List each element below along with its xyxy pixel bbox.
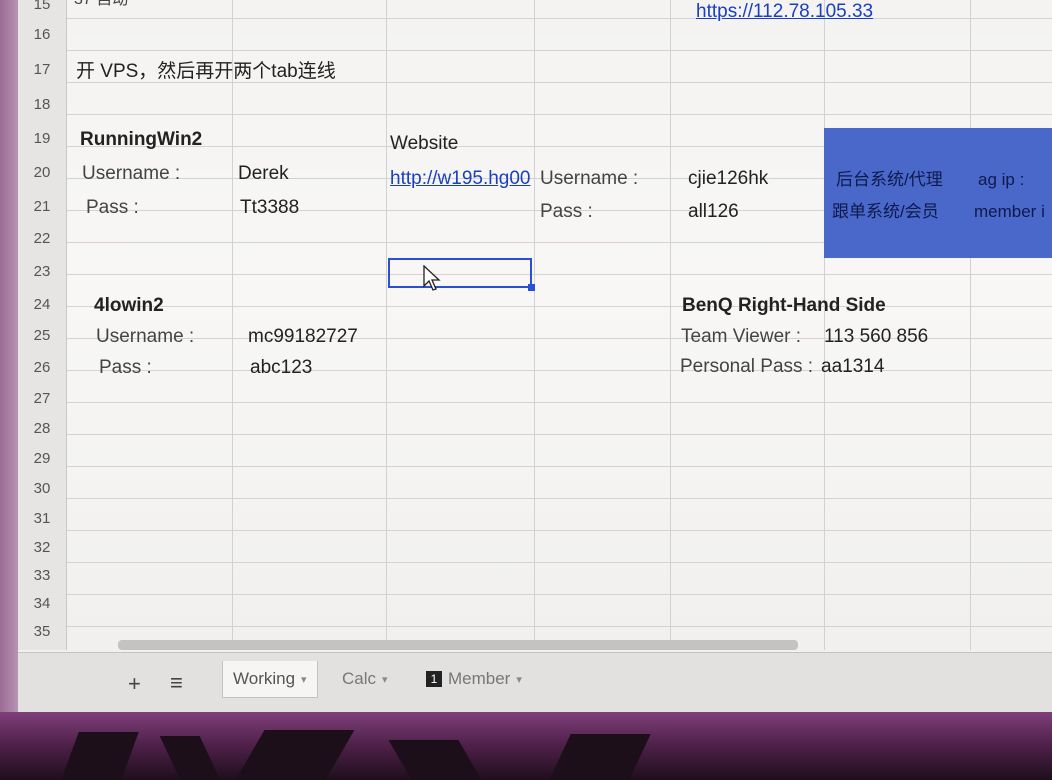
note-cell[interactable]: 开 VPS，然后再开两个tab连线 — [76, 62, 336, 81]
row-number[interactable]: 24 — [18, 297, 66, 312]
benq-teamviewer-label[interactable]: Team Viewer : — [681, 327, 801, 346]
row-number[interactable]: 26 — [18, 360, 66, 375]
row-number[interactable]: 19 — [18, 131, 66, 146]
runningwin2-pass-value[interactable]: Tt3388 — [240, 198, 299, 217]
cell-text[interactable]: 37 自动 — [74, 0, 128, 8]
mouse-cursor-icon — [423, 265, 441, 291]
blue-row1-label[interactable]: 后台系统/代理 — [836, 171, 943, 188]
chevron-down-icon[interactable]: ▾ — [301, 673, 307, 686]
row-number[interactable]: 33 — [18, 568, 66, 583]
row-number[interactable]: 23 — [18, 264, 66, 279]
row-number[interactable]: 18 — [18, 97, 66, 112]
tab-label: Working — [233, 669, 296, 688]
tab-working[interactable]: Working ▾ — [222, 661, 318, 698]
runningwin2-pass-label[interactable]: Pass : — [86, 198, 139, 217]
background-shape — [61, 732, 139, 780]
4lowin2-pass-value[interactable]: abc123 — [250, 358, 312, 377]
row-number[interactable]: 15 — [18, 0, 66, 12]
row-number[interactable]: 20 — [18, 165, 66, 180]
runningwin2-title[interactable]: RunningWin2 — [80, 130, 202, 149]
blue-row2-label[interactable]: 跟单系统/会员 — [832, 203, 939, 220]
website-title[interactable]: Website — [390, 134, 458, 153]
website-pass-value[interactable]: all126 — [688, 202, 739, 221]
4lowin2-username-label[interactable]: Username : — [96, 327, 194, 346]
row-number[interactable]: 31 — [18, 511, 66, 526]
website-username-label[interactable]: Username : — [540, 169, 638, 188]
highlighted-range[interactable]: 后台系统/代理 ag ip : 跟单系统/会员 member i — [824, 128, 1052, 258]
row-number[interactable]: 27 — [18, 391, 66, 406]
blue-row2-value[interactable]: member i — [974, 203, 1045, 220]
chevron-down-icon[interactable]: ▾ — [382, 673, 388, 686]
runningwin2-username-label[interactable]: Username : — [82, 164, 180, 183]
tab-label: Calc — [342, 669, 377, 688]
all-sheets-list-icon[interactable]: ≡ — [170, 670, 183, 696]
background-shape — [388, 740, 482, 780]
tab-calc[interactable]: Calc ▾ — [332, 661, 398, 697]
row-number[interactable]: 30 — [18, 481, 66, 496]
website-pass-label[interactable]: Pass : — [540, 202, 593, 221]
4lowin2-username-value[interactable]: mc99182727 — [248, 327, 358, 346]
benq-personalpass-value[interactable]: aa1314 — [821, 357, 884, 376]
cell-grid[interactable] — [66, 0, 1052, 650]
fill-handle[interactable] — [528, 284, 535, 291]
background-shape — [549, 734, 651, 780]
runningwin2-username-value[interactable]: Derek — [238, 164, 289, 183]
4lowin2-pass-label[interactable]: Pass : — [99, 358, 152, 377]
chevron-down-icon[interactable]: ▾ — [516, 673, 522, 686]
benq-title[interactable]: BenQ Right-Hand Side — [682, 296, 886, 315]
website-username-value[interactable]: cjie126hk — [688, 169, 768, 188]
row-number[interactable]: 34 — [18, 596, 66, 611]
tab-label: Member — [448, 669, 511, 688]
sheet-tab-bar: + ≡ Working ▾ Calc ▾ 1 Member ▾ — [18, 652, 1052, 712]
row-number[interactable]: 32 — [18, 540, 66, 555]
row-number[interactable]: 21 — [18, 199, 66, 214]
row-number[interactable]: 17 — [18, 62, 66, 77]
selected-cell[interactable] — [388, 258, 535, 291]
4lowin2-title[interactable]: 4lowin2 — [94, 296, 164, 315]
benq-personalpass-label[interactable]: Personal Pass : — [680, 357, 813, 376]
row-header-column: 15 16 17 18 19 20 21 22 23 24 25 26 27 2… — [18, 0, 67, 650]
tab-badge: 1 — [426, 671, 442, 687]
row-number[interactable]: 16 — [18, 27, 66, 42]
row-number[interactable]: 29 — [18, 451, 66, 466]
website-link[interactable]: http://w195.hg00 — [390, 169, 532, 188]
blue-row1-value[interactable]: ag ip : — [978, 171, 1024, 188]
row-number[interactable]: 35 — [18, 624, 66, 639]
benq-teamviewer-value[interactable]: 113 560 856 — [824, 327, 928, 346]
spreadsheet: 15 16 17 18 19 20 21 22 23 24 25 26 27 2… — [18, 0, 1052, 712]
row-number[interactable]: 25 — [18, 328, 66, 343]
monitor-bezel-bottom — [0, 712, 1052, 780]
https-link[interactable]: https://112.78.105.33 — [696, 2, 873, 21]
row-number[interactable]: 22 — [18, 231, 66, 246]
tab-member[interactable]: 1 Member ▾ — [416, 661, 532, 697]
horizontal-scrollbar[interactable] — [118, 640, 798, 650]
background-shape — [159, 736, 221, 780]
background-shape — [235, 730, 355, 780]
add-sheet-icon[interactable]: + — [128, 671, 141, 697]
row-number[interactable]: 28 — [18, 421, 66, 436]
